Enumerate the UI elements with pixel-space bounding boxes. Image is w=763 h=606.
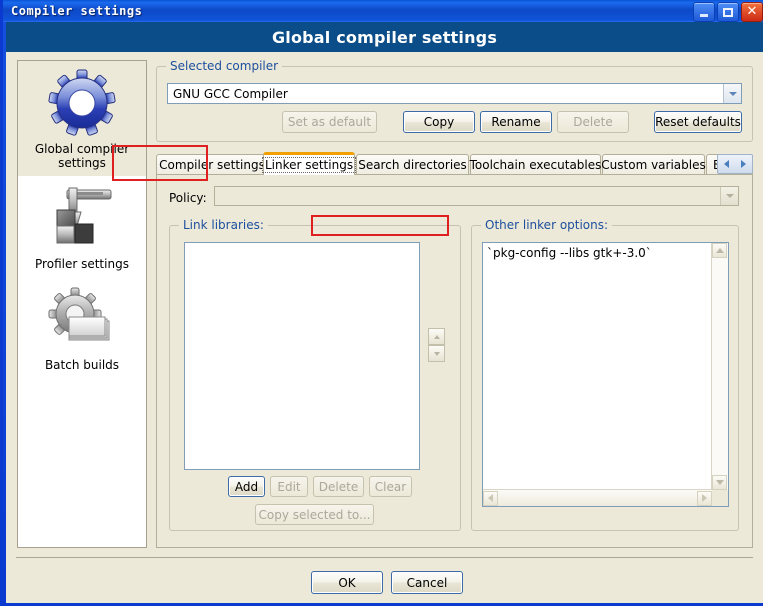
other-linker-options-textarea[interactable]: `pkg-config --libs gtk+-3.0` (482, 242, 729, 507)
chevron-down-icon[interactable] (723, 84, 741, 103)
tab-custom-variables[interactable]: Custom variables (601, 154, 706, 175)
title-bar: Compiler settings ✕ (3, 0, 763, 22)
cancel-button[interactable]: Cancel (391, 571, 463, 594)
copy-selected-to-label: Copy selected to... (258, 507, 371, 522)
scroll-left-button[interactable] (483, 490, 498, 506)
close-button[interactable]: ✕ (741, 2, 763, 22)
add-label: Add (234, 479, 259, 494)
rename-label: Rename (491, 115, 541, 129)
arrow-right-icon (702, 494, 707, 502)
sidebar-item-label: Global compiler settings (34, 142, 130, 170)
close-icon: ✕ (746, 4, 758, 19)
edit-label: Edit (277, 479, 301, 494)
tab-bar: Compiler settings Linker settings Search… (156, 152, 753, 175)
settings-panel: Selected compiler GNU GCC Compiler Set a… (156, 59, 753, 548)
sidebar: Global compiler settings Profiler settin… (17, 60, 147, 548)
tab-search-directories[interactable]: Search directories (356, 154, 469, 175)
delete-label: Delete (318, 479, 359, 494)
scrollbar-corner (712, 490, 728, 506)
horizontal-scrollbar[interactable] (483, 489, 712, 506)
other-linker-options-label: Other linker options: (481, 218, 613, 232)
tab-scroll-right-icon[interactable] (741, 160, 746, 168)
copy-selected-to-button[interactable]: Copy selected to... (255, 504, 374, 525)
dialog-window: Compiler settings ✕ Global compiler sett… (0, 0, 763, 606)
blue-gear-icon (45, 67, 119, 139)
tab-label: Custom variables (601, 158, 706, 172)
dialog-client-area: Global compiler settings Profiler settin… (6, 52, 763, 603)
tab-label: Compiler settings (159, 158, 265, 172)
arrow-down-icon (715, 480, 724, 485)
add-library-button[interactable]: Add (228, 476, 265, 497)
divider (16, 557, 753, 558)
policy-label: Policy: (169, 191, 207, 205)
gear-documents-icon (45, 283, 119, 355)
sidebar-item-profiler-settings[interactable]: Profiler settings (18, 176, 146, 277)
arrow-down-icon (433, 351, 440, 356)
policy-select[interactable] (214, 186, 739, 206)
chevron-down-icon[interactable] (720, 187, 738, 205)
window-controls: ✕ (693, 2, 763, 22)
compiler-select[interactable]: GNU GCC Compiler (167, 83, 742, 104)
page-title-banner: Global compiler settings (6, 22, 763, 52)
move-down-button[interactable] (428, 345, 445, 362)
reset-defaults-label: Reset defaults (655, 115, 741, 129)
arrow-up-icon (433, 334, 440, 339)
copy-button[interactable]: Copy (403, 111, 475, 133)
caliper-icon (45, 182, 119, 254)
delete-compiler-label: Delete (573, 115, 613, 129)
maximize-button[interactable] (717, 2, 739, 22)
ok-button[interactable]: OK (311, 571, 383, 594)
link-libraries-label: Link libraries: (179, 218, 268, 232)
clear-label: Clear (374, 479, 407, 494)
delete-library-button[interactable]: Delete (313, 476, 364, 497)
minimize-icon (700, 14, 708, 17)
reset-defaults-button[interactable]: Reset defaults (654, 111, 742, 133)
selected-compiler-group: Selected compiler GNU GCC Compiler Set a… (156, 59, 753, 142)
other-linker-options-text: `pkg-config --libs gtk+-3.0` (487, 246, 652, 260)
minimize-button[interactable] (693, 2, 715, 22)
tab-label: Toolchain executables (469, 158, 602, 172)
edit-library-button[interactable]: Edit (270, 476, 308, 497)
link-libraries-group: Link libraries: Add Edit Delete Clear Co… (169, 218, 461, 531)
page-title: Global compiler settings (271, 27, 498, 47)
cancel-label: Cancel (406, 575, 448, 590)
scroll-up-button[interactable] (712, 243, 727, 258)
tab-scroll-left-icon[interactable] (724, 160, 729, 168)
sidebar-item-label: Profiler settings (35, 257, 129, 271)
delete-compiler-button[interactable]: Delete (557, 111, 629, 133)
tab-label: Linker settings (261, 157, 357, 173)
copy-label: Copy (423, 115, 455, 129)
selected-compiler-label: Selected compiler (166, 59, 283, 73)
arrow-left-icon (488, 494, 493, 502)
set-as-default-button[interactable]: Set as default (282, 111, 377, 133)
scroll-right-button[interactable] (697, 490, 712, 506)
maximize-icon (723, 7, 733, 17)
sidebar-item-global-compiler-settings[interactable]: Global compiler settings (18, 61, 146, 176)
move-up-button[interactable] (428, 328, 445, 345)
ok-label: OK (338, 575, 356, 590)
window-title: Compiler settings (11, 4, 143, 18)
tab-toolchain-executables[interactable]: Toolchain executables (470, 154, 601, 175)
rename-button[interactable]: Rename (480, 111, 552, 133)
link-libraries-list[interactable] (184, 242, 420, 470)
tab-compiler-settings[interactable]: Compiler settings (156, 154, 268, 175)
other-linker-options-group: Other linker options: `pkg-config --libs… (471, 218, 739, 531)
vertical-scrollbar[interactable] (711, 243, 728, 490)
tab-label: Search directories (358, 158, 467, 172)
tab-scroll-controls[interactable] (717, 154, 753, 174)
scroll-down-button[interactable] (712, 475, 727, 490)
arrow-up-icon (715, 248, 724, 253)
compiler-select-value: GNU GCC Compiler (173, 86, 288, 101)
clear-libraries-button[interactable]: Clear (369, 476, 412, 497)
sidebar-item-batch-builds[interactable]: Batch builds (18, 277, 146, 378)
sidebar-item-label: Batch builds (44, 358, 120, 372)
link-libraries-reorder-spinner[interactable] (428, 328, 445, 362)
linker-settings-page: Policy: Link libraries: Add Edit Delete … (156, 174, 753, 548)
set-as-default-label: Set as default (287, 115, 372, 129)
tab-linker-settings[interactable]: Linker settings (261, 152, 357, 175)
